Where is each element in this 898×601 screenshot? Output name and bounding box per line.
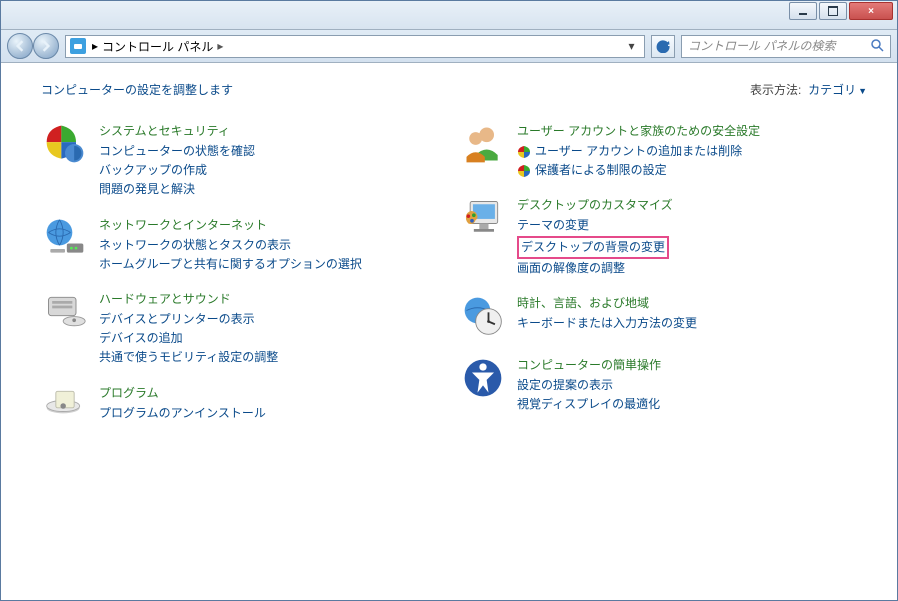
view-method: 表示方法: カテゴリ▼ [750,81,867,98]
address-bar[interactable]: ▸ コントロール パネル ▸ ▾ [65,35,645,58]
category-clock-title[interactable]: 時計、言語、および地域 [517,294,649,311]
category-security: システムとセキュリティ コンピューターの状態を確認 バックアップの作成 問題の発… [41,120,449,200]
clock-icon [459,292,507,340]
search-box[interactable] [681,35,891,58]
link-change-background[interactable]: デスクトップの背景の変更 [521,240,665,254]
category-ease: コンピューターの簡単操作 設定の提案の表示 視覚ディスプレイの最適化 [459,354,867,414]
nav-buttons [7,33,59,59]
window-controls: × [789,2,893,20]
control-panel-icon [70,38,86,54]
category-programs: プログラム プログラムのアンインストール [41,382,449,430]
header-row: コンピューターの設定を調整します 表示方法: カテゴリ▼ [41,81,867,98]
link-change-theme[interactable]: テーマの変更 [517,216,867,235]
security-icon [41,120,89,168]
category-clock: 時計、言語、および地域 キーボードまたは入力方法の変更 [459,292,867,340]
page-title: コンピューターの設定を調整します [41,81,233,98]
shield-icon [517,145,531,159]
titlebar: × [1,1,897,30]
category-users: ユーザー アカウントと家族のための安全設定 ユーザー アカウントの追加または削除… [459,120,867,180]
category-network: ネットワークとインターネット ネットワークの状態とタスクの表示 ホームグループと… [41,214,449,274]
hardware-icon [41,288,89,336]
back-button[interactable] [7,33,33,59]
view-mode-link[interactable]: カテゴリ▼ [808,83,867,97]
address-dropdown[interactable]: ▾ [622,39,640,53]
breadcrumb-root-arrow: ▸ [92,39,98,53]
link-devices-printers[interactable]: デバイスとプリンターの表示 [99,310,449,329]
link-keyboard-input[interactable]: キーボードまたは入力方法の変更 [517,314,867,333]
refresh-button[interactable] [651,35,675,58]
link-add-device[interactable]: デバイスの追加 [99,329,449,348]
category-appearance: デスクトップのカスタマイズ テーマの変更 デスクトップの背景の変更 画面の解像度… [459,194,867,278]
minimize-button[interactable] [789,2,817,20]
shield-icon [517,164,531,178]
programs-icon [41,382,89,430]
search-input[interactable] [688,39,870,53]
link-optimize-display[interactable]: 視覚ディスプレイの最適化 [517,395,867,414]
link-adjust-resolution[interactable]: 画面の解像度の調整 [517,259,867,278]
link-suggest-settings[interactable]: 設定の提案の表示 [517,376,867,395]
category-hardware-title[interactable]: ハードウェアとサウンド [99,290,231,307]
content-area: コンピューターの設定を調整します 表示方法: カテゴリ▼ システムとセキュリティ… [1,63,897,600]
chevron-down-icon: ▼ [858,86,867,96]
category-appearance-title[interactable]: デスクトップのカスタマイズ [517,196,673,213]
link-troubleshoot[interactable]: 問題の発見と解決 [99,180,449,199]
link-uninstall[interactable]: プログラムのアンインストール [99,404,449,423]
category-programs-title[interactable]: プログラム [99,384,159,401]
category-ease-title[interactable]: コンピューターの簡単操作 [517,356,661,373]
close-button[interactable]: × [849,2,893,20]
right-column: ユーザー アカウントと家族のための安全設定 ユーザー アカウントの追加または削除… [459,120,867,430]
breadcrumb-arrow[interactable]: ▸ [217,39,223,53]
link-homegroup[interactable]: ホームグループと共有に関するオプションの選択 [99,255,449,274]
link-backup[interactable]: バックアップの作成 [99,161,449,180]
maximize-button[interactable] [819,2,847,20]
category-network-title[interactable]: ネットワークとインターネット [99,216,267,233]
view-label: 表示方法: [750,83,801,97]
link-network-status[interactable]: ネットワークの状態とタスクの表示 [99,236,449,255]
address-toolbar: ▸ コントロール パネル ▸ ▾ [1,30,897,63]
network-icon [41,214,89,262]
search-icon[interactable] [870,38,884,55]
link-check-status[interactable]: コンピューターの状態を確認 [99,142,449,161]
link-add-remove-user[interactable]: ユーザー アカウントの追加または削除 [535,142,742,161]
left-column: システムとセキュリティ コンピューターの状態を確認 バックアップの作成 問題の発… [41,120,449,430]
forward-button[interactable] [33,33,59,59]
appearance-icon [459,194,507,242]
highlighted-link-wrapper: デスクトップの背景の変更 [517,236,669,259]
category-security-title[interactable]: システムとセキュリティ [99,122,230,139]
ease-icon [459,354,507,402]
link-mobility[interactable]: 共通で使うモビリティ設定の調整 [99,348,449,367]
category-users-title[interactable]: ユーザー アカウントと家族のための安全設定 [517,122,760,139]
categories: システムとセキュリティ コンピューターの状態を確認 バックアップの作成 問題の発… [41,120,867,430]
breadcrumb-title[interactable]: コントロール パネル [102,38,213,55]
users-icon [459,120,507,168]
category-hardware: ハードウェアとサウンド デバイスとプリンターの表示 デバイスの追加 共通で使うモ… [41,288,449,368]
link-parental-controls[interactable]: 保護者による制限の設定 [535,161,667,180]
